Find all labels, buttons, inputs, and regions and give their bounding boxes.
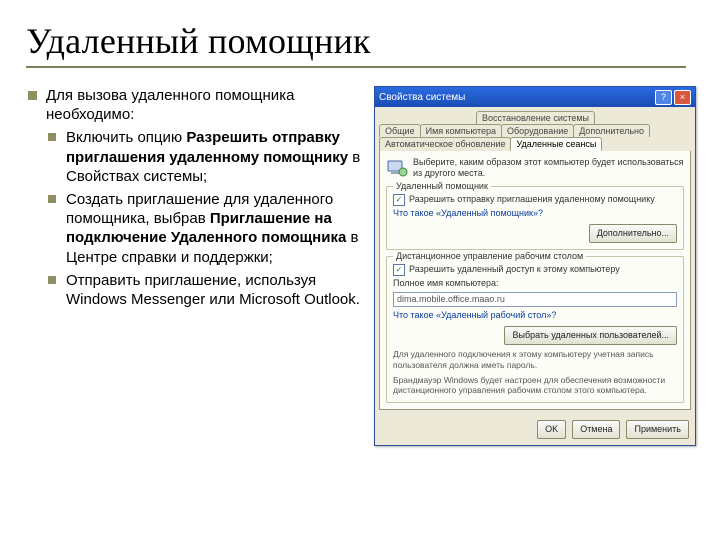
password-note: Для удаленного подключения к этому компь… [393, 349, 677, 370]
tab-remote[interactable]: Удаленные сеансы [510, 137, 602, 151]
tab-restore[interactable]: Восстановление системы [476, 111, 595, 124]
sub-bullet-3: Отправить приглашение, используя Windows… [46, 271, 364, 309]
what-is-assistant-link[interactable]: Что такое «Удаленный помощник»? [393, 208, 543, 218]
dialog-tabs: Восстановление системы Общие Имя компьют… [375, 107, 695, 151]
ok-button[interactable]: OK [537, 420, 566, 439]
remote-assistant-group: Удаленный помощник ✓ Разрешить отправку … [386, 186, 684, 250]
select-remote-users-button[interactable]: Выбрать удаленных пользователей... [504, 326, 677, 345]
dialog-title: Свойства системы [379, 92, 465, 103]
computer-name-label: Полное имя компьютера: [393, 278, 677, 289]
cancel-button[interactable]: Отмена [572, 420, 620, 439]
firewall-note: Брандмауэр Windows будет настроен для об… [393, 375, 677, 396]
sub-bullet-1: Включить опцию Разрешить отправку пригла… [46, 128, 364, 186]
text-column: Для вызова удаленного помощника необходи… [26, 86, 364, 446]
allow-assistant-checkbox[interactable]: ✓ Разрешить отправку приглашения удаленн… [393, 194, 677, 206]
help-icon[interactable]: ? [655, 90, 672, 105]
apply-button[interactable]: Применить [626, 420, 689, 439]
group2-legend: Дистанционное управление рабочим столом [393, 251, 586, 262]
remote-desktop-group: Дистанционное управление рабочим столом … [386, 256, 684, 403]
sub-bullet-2: Создать приглашение для удаленного помощ… [46, 190, 364, 267]
assistant-advanced-button[interactable]: Дополнительно... [589, 224, 677, 243]
group1-legend: Удаленный помощник [393, 181, 491, 192]
allow-remote-desktop-checkbox[interactable]: ✓ Разрешить удаленный доступ к этому ком… [393, 264, 677, 276]
tab-computer-name[interactable]: Имя компьютера [420, 124, 502, 137]
tab-advanced[interactable]: Дополнительно [573, 124, 650, 137]
dialog-footer: OK Отмена Применить [375, 414, 695, 445]
dialog-titlebar[interactable]: Свойства системы ? × [375, 87, 695, 107]
close-icon[interactable]: × [674, 90, 691, 105]
title-divider [26, 66, 686, 68]
dialog-intro: Выберите, каким образом этот компьютер б… [413, 157, 684, 180]
system-properties-dialog: Свойства системы ? × Восстановление сист… [374, 86, 696, 446]
remote-icon [386, 157, 408, 179]
computer-name-field[interactable]: dima.mobile.office.maao.ru [393, 292, 677, 307]
what-is-remote-desktop-link[interactable]: Что такое «Удаленный рабочий стол»? [393, 310, 556, 320]
tab-auto-updates[interactable]: Автоматическое обновление [379, 137, 511, 151]
bullet-lead: Для вызова удаленного помощника необходи… [26, 86, 364, 309]
tab-general[interactable]: Общие [379, 124, 421, 137]
slide-title: Удаленный помощник [26, 20, 694, 62]
tab-hardware[interactable]: Оборудование [501, 124, 574, 137]
